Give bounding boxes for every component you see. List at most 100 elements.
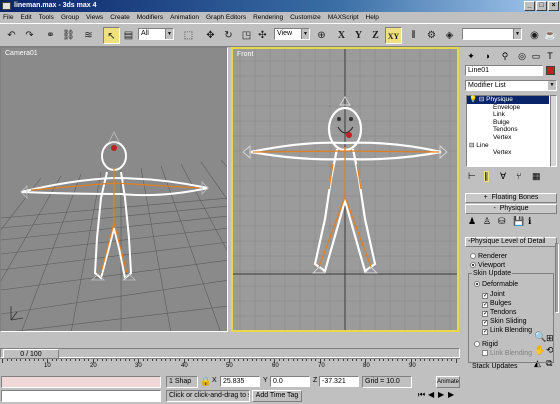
select-object-icon[interactable]: ↖ bbox=[103, 27, 120, 44]
modify-tab-icon[interactable]: ◗ bbox=[480, 49, 496, 63]
z-coordinate-field[interactable]: -37.321 bbox=[319, 376, 359, 387]
save-physique-file-icon[interactable]: 💾 bbox=[513, 216, 524, 227]
menu-customize[interactable]: Customize bbox=[287, 12, 325, 23]
menu-create[interactable]: Create bbox=[107, 12, 134, 23]
menu-animation[interactable]: Animation bbox=[167, 12, 203, 23]
modifier-list-dropdown[interactable]: Modifier List ▼ bbox=[465, 80, 557, 91]
menu-views[interactable]: Views bbox=[83, 12, 107, 23]
front-viewport[interactable]: Front bbox=[231, 47, 459, 332]
time-slider[interactable]: 0 / 100 bbox=[0, 348, 460, 359]
restrict-z-button[interactable]: Z bbox=[367, 27, 384, 44]
undo-icon[interactable]: ↶ bbox=[3, 27, 20, 44]
joint-checkbox[interactable]: ✓ Joint bbox=[482, 290, 505, 299]
rigid-link-blending-checkbox[interactable]: Link Blending bbox=[482, 349, 532, 358]
viewport-radio[interactable]: Viewport bbox=[470, 261, 505, 270]
physique-lod-rollout[interactable]: -Physique Level of Detail bbox=[465, 237, 557, 247]
lock-selection-icon[interactable]: 🔒 bbox=[200, 376, 211, 387]
renderer-radio[interactable]: Renderer bbox=[470, 252, 507, 261]
pin-stack-icon[interactable]: ⊢ bbox=[468, 171, 476, 182]
named-selection-sets-dropdown[interactable]: ▼ bbox=[462, 28, 522, 40]
maximize-button[interactable]: □ bbox=[536, 1, 547, 11]
stack-subitem-tendons[interactable]: Tendons bbox=[467, 126, 549, 134]
pivot-center-icon[interactable]: ⊕ bbox=[313, 27, 330, 44]
menu-modifiers[interactable]: Modifiers bbox=[134, 12, 167, 23]
show-end-result-icon[interactable]: ∥ bbox=[484, 171, 489, 182]
stack-subitem-envelope[interactable]: Envelope bbox=[467, 104, 549, 112]
menu-file[interactable]: File bbox=[0, 12, 17, 23]
reference-coordinate-dropdown[interactable]: View ▼ bbox=[274, 28, 310, 40]
redo-icon[interactable]: ↷ bbox=[21, 27, 38, 44]
app-icon[interactable] bbox=[2, 2, 11, 10]
next-frame-icon[interactable]: ▶ bbox=[448, 390, 454, 399]
array-icon[interactable]: ⚙ bbox=[423, 27, 440, 44]
unlink-icon[interactable]: ⛓ bbox=[60, 27, 77, 44]
stack-subitem-bulge[interactable]: Bulge bbox=[467, 119, 549, 127]
select-and-move-icon[interactable]: ✥ bbox=[202, 27, 219, 44]
menu-help[interactable]: Help bbox=[363, 12, 383, 23]
close-button[interactable]: × bbox=[548, 1, 559, 11]
menu-maxscript[interactable]: MAXScript bbox=[325, 12, 363, 23]
material-editor-icon[interactable]: ◉ bbox=[526, 27, 543, 44]
configure-modifier-sets-icon[interactable]: ▦ bbox=[532, 171, 541, 182]
maxscript-input-mini[interactable] bbox=[1, 390, 161, 402]
skin-sliding-checkbox[interactable]: ✓ Skin Sliding bbox=[482, 317, 527, 326]
menu-tools[interactable]: Tools bbox=[36, 12, 58, 23]
object-color-swatch[interactable] bbox=[546, 66, 555, 75]
align-icon[interactable]: ◈ bbox=[441, 27, 458, 44]
bind-space-warp-icon[interactable]: ≋ bbox=[80, 27, 97, 44]
maxscript-listener-mini[interactable] bbox=[1, 376, 161, 388]
manipulate-icon[interactable]: ✣ bbox=[254, 27, 271, 44]
physique-rollout[interactable]: - Physique bbox=[465, 204, 557, 214]
stack-subitem-line-vertex[interactable]: Vertex bbox=[467, 149, 549, 157]
render-icon[interactable]: ☕ bbox=[542, 27, 559, 44]
select-by-name-icon[interactable]: ▤ bbox=[120, 27, 137, 44]
select-and-rotate-icon[interactable]: ↻ bbox=[220, 27, 237, 44]
menu-rendering[interactable]: Rendering bbox=[250, 12, 287, 23]
tendons-checkbox[interactable]: ✓ Tendons bbox=[482, 308, 516, 317]
animate-button[interactable]: Animate bbox=[436, 376, 460, 388]
stack-scrollbar[interactable] bbox=[550, 95, 557, 167]
menu-edit[interactable]: Edit bbox=[17, 12, 35, 23]
select-and-scale-icon[interactable]: ◳ bbox=[238, 27, 255, 44]
track-bar[interactable]: 10 20 30 40 50 60 70 80 90 bbox=[0, 358, 460, 373]
attach-to-node-icon[interactable]: ♟ bbox=[468, 216, 476, 227]
command-panel-scrollbar[interactable] bbox=[555, 243, 559, 313]
make-unique-icon[interactable]: ∀ bbox=[500, 171, 506, 182]
stack-item-line[interactable]: ⊟ Line bbox=[467, 142, 549, 150]
restrict-y-button[interactable]: Y bbox=[350, 27, 367, 44]
menu-group[interactable]: Group bbox=[58, 12, 83, 23]
add-time-tag-button[interactable]: Add Time Tag bbox=[252, 390, 302, 402]
bulges-checkbox[interactable]: ✓ Bulges bbox=[482, 299, 511, 308]
select-region-icon[interactable]: ⬚ bbox=[180, 27, 197, 44]
restrict-x-button[interactable]: X bbox=[333, 27, 350, 44]
reinitialize-icon[interactable]: ♙ bbox=[483, 216, 491, 227]
play-icon[interactable]: ▶ bbox=[438, 390, 444, 399]
open-physique-file-icon[interactable]: ⛁ bbox=[498, 216, 506, 227]
floating-bones-rollout[interactable]: + Floating Bones bbox=[465, 193, 557, 203]
camera-viewport[interactable]: Camera01 bbox=[0, 47, 228, 332]
stack-subitem-link[interactable]: Link bbox=[467, 111, 549, 119]
mirror-icon[interactable]: ⫴ bbox=[405, 27, 422, 44]
rigid-radio[interactable]: Rigid bbox=[474, 340, 498, 349]
minimize-button[interactable]: _ bbox=[524, 1, 535, 11]
track-tick bbox=[38, 359, 40, 361]
about-icon[interactable]: ℹ bbox=[528, 216, 531, 227]
object-name-field[interactable]: Line01 bbox=[465, 65, 543, 76]
stack-item-physique[interactable]: 💡 ⊟ Physique bbox=[467, 96, 549, 104]
modifier-stack[interactable]: 💡 ⊟ Physique Envelope Link Bulge Tendons… bbox=[466, 95, 550, 167]
previous-frame-icon[interactable]: ◀ bbox=[428, 390, 434, 399]
selection-filter-dropdown[interactable]: All ▼ bbox=[138, 28, 174, 40]
deformable-radio[interactable]: Deformable bbox=[474, 280, 518, 289]
restrict-xy-button[interactable]: XY bbox=[385, 27, 402, 44]
link-blending-checkbox[interactable]: ✓ Link Blending bbox=[482, 326, 532, 335]
stack-subitem-vertex[interactable]: Vertex bbox=[467, 134, 549, 142]
x-coordinate-field[interactable]: 25.835 bbox=[220, 376, 260, 387]
utilities-tab-icon[interactable]: T bbox=[542, 49, 558, 63]
hierarchy-tab-icon[interactable]: ⚲ bbox=[497, 49, 513, 63]
menu-graph-editors[interactable]: Graph Editors bbox=[203, 12, 250, 23]
select-and-link-icon[interactable]: ⚭ bbox=[42, 27, 59, 44]
y-coordinate-field[interactable]: 0.0 bbox=[270, 376, 310, 387]
remove-modifier-icon[interactable]: ⑂ bbox=[516, 171, 521, 181]
create-tab-icon[interactable]: ✦ bbox=[463, 49, 479, 63]
go-to-start-icon[interactable]: ⏮ bbox=[418, 390, 425, 400]
